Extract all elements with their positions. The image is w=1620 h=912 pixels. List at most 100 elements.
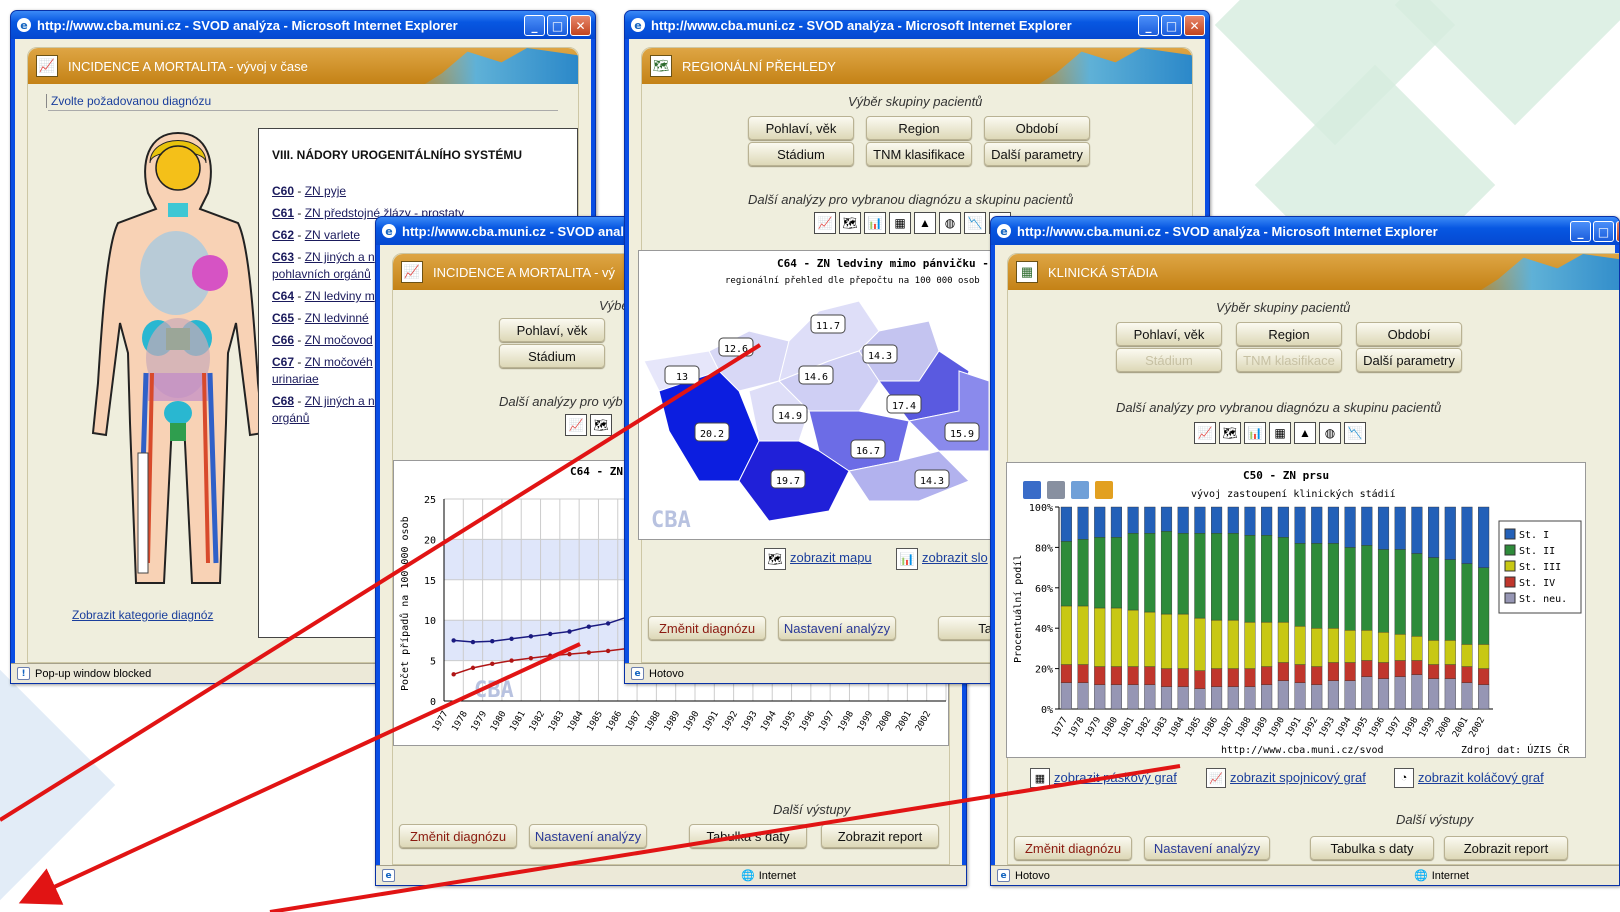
- show-bar-chart-link[interactable]: zobrazit páskový graf: [1054, 770, 1177, 785]
- minimize-button[interactable]: _: [524, 15, 545, 36]
- x-tick-label: 1992: [1301, 716, 1321, 740]
- change-diagnosis-button[interactable]: Změnit diagnózu: [1014, 836, 1132, 860]
- title-bar[interactable]: e http://www.cba.muni.cz - SVOD analýza -…: [991, 217, 1619, 245]
- diagnosis-code[interactable]: C66: [272, 333, 294, 347]
- sex-age-button[interactable]: Pohlaví, věk: [1116, 322, 1222, 346]
- show-bars-link[interactable]: zobrazit slo: [922, 550, 988, 565]
- tnm-button[interactable]: TNM klasifikace: [1236, 348, 1342, 372]
- x-tick-label: 1994: [1334, 716, 1354, 740]
- trend-chart-icon[interactable]: 📈: [814, 212, 836, 234]
- show-report-button[interactable]: Zobrazit report: [1444, 836, 1568, 860]
- stage-chart-icon: ▦: [1016, 261, 1038, 283]
- x-tick-label: 1981: [508, 710, 528, 734]
- close-button[interactable]: ✕: [570, 15, 591, 36]
- minimize-button[interactable]: _: [1570, 221, 1591, 242]
- diagnosis-name[interactable]: ZN močovod: [305, 333, 373, 347]
- show-pie-chart-link[interactable]: zobrazit koláčový graf: [1418, 770, 1544, 785]
- globe-icon[interactable]: ◍: [939, 212, 961, 234]
- show-map-link[interactable]: zobrazit mapu: [790, 550, 872, 565]
- minimize-button[interactable]: _: [1138, 15, 1159, 36]
- age-chart-icon[interactable]: 📉: [1344, 422, 1366, 444]
- x-tick-label: 2002: [914, 710, 934, 734]
- bar-segment: [1194, 688, 1206, 710]
- analysis-settings-button[interactable]: Nastavení analýzy: [529, 824, 647, 848]
- diagnosis-code[interactable]: C60: [272, 184, 294, 198]
- diagnosis-code[interactable]: C65: [272, 311, 294, 325]
- x-tick-label: 1994: [759, 710, 779, 734]
- change-diagnosis-button[interactable]: Změnit diagnózu: [648, 616, 766, 640]
- sex-age-button[interactable]: Pohlaví, věk: [748, 116, 854, 140]
- diagnosis-name[interactable]: ZN jiných a n: [305, 394, 375, 408]
- chart-title: C50 - ZN prsu: [1243, 469, 1329, 482]
- survival-icon[interactable]: ▲: [1294, 422, 1316, 444]
- close-button[interactable]: ✕: [1616, 221, 1619, 242]
- diagnosis-name[interactable]: ZN močovéh: [305, 355, 373, 369]
- region-button[interactable]: Region: [866, 116, 972, 140]
- stacked-bar-icon: ▦: [1030, 768, 1050, 788]
- region-button[interactable]: Region: [1236, 322, 1342, 346]
- title-bar[interactable]: e http://www.cba.muni.cz - SVOD analýza -…: [625, 11, 1209, 39]
- bar-segment: [1461, 682, 1473, 710]
- bar-segment: [1377, 549, 1390, 633]
- region-value-label: 12.6: [724, 344, 748, 355]
- data-point: [605, 648, 611, 654]
- sex-age-button[interactable]: Pohlaví, věk: [499, 318, 605, 342]
- period-button[interactable]: Období: [1356, 322, 1462, 346]
- bar-chart-icon[interactable]: 📊: [864, 212, 886, 234]
- diagnosis-code[interactable]: C61: [272, 206, 294, 220]
- diagnosis-item-c60[interactable]: C60 - ZN pyje: [272, 183, 464, 200]
- show-categories-link[interactable]: Zobrazit kategorie diagnóz: [72, 608, 213, 622]
- stage-chart-icon[interactable]: ▦: [889, 212, 911, 234]
- diagnosis-code[interactable]: C64: [272, 289, 294, 303]
- maximize-button[interactable]: □: [547, 15, 568, 36]
- maximize-button[interactable]: □: [1593, 221, 1614, 242]
- bar-chart-icon[interactable]: 📊: [1244, 422, 1266, 444]
- period-button[interactable]: Období: [984, 116, 1090, 140]
- data-table-button[interactable]: Tabulka s daty: [689, 824, 807, 848]
- diagnosis-name-cont[interactable]: urinariae: [272, 372, 319, 386]
- diagnosis-name-cont[interactable]: pohlavních orgánů: [272, 267, 371, 281]
- maximize-button[interactable]: □: [1161, 15, 1182, 36]
- other-params-button[interactable]: Další parametry: [984, 142, 1090, 166]
- stage-button[interactable]: Stádium: [1116, 348, 1222, 372]
- panel-header: 📈 INCIDENCE A MORTALITA - vývoj v čase: [28, 48, 578, 84]
- bar-segment: [1411, 506, 1423, 554]
- diagnosis-name[interactable]: ZN jiných a n: [305, 250, 375, 264]
- change-diagnosis-button[interactable]: Změnit diagnózu: [399, 824, 517, 848]
- show-line-chart-link[interactable]: zobrazit spojnicový graf: [1230, 770, 1366, 785]
- analysis-settings-button[interactable]: Nastavení analýzy: [778, 616, 896, 640]
- data-point: [547, 631, 553, 637]
- stage-button[interactable]: Stádium: [748, 142, 854, 166]
- bar-segment: [1394, 676, 1406, 710]
- diagnosis-code[interactable]: C63: [272, 250, 294, 264]
- trend-chart-icon[interactable]: 📈: [565, 414, 587, 436]
- diagnosis-name[interactable]: ZN pyje: [305, 184, 346, 198]
- diagnosis-name[interactable]: ZN ledviny m: [305, 289, 375, 303]
- bar-segment: [1277, 506, 1289, 538]
- close-button[interactable]: ✕: [1184, 15, 1205, 36]
- regional-map-icon[interactable]: 🗺: [1219, 422, 1241, 444]
- diagnosis-code[interactable]: C67: [272, 355, 294, 369]
- globe-icon[interactable]: ◍: [1319, 422, 1341, 444]
- analysis-settings-button[interactable]: Nastavení analýzy: [1144, 836, 1270, 860]
- stage-button[interactable]: Stádium: [499, 344, 605, 368]
- diagnosis-code[interactable]: C68: [272, 394, 294, 408]
- diagnosis-name[interactable]: ZN ledvinné: [305, 311, 369, 325]
- diagnosis-code[interactable]: C62: [272, 228, 294, 242]
- regional-map-icon[interactable]: 🗺: [839, 212, 861, 234]
- trend-chart-icon[interactable]: 📈: [1194, 422, 1216, 444]
- show-report-button[interactable]: Zobrazit report: [821, 824, 939, 848]
- regional-map-icon[interactable]: 🗺: [590, 414, 612, 436]
- diagnosis-name[interactable]: ZN varlete: [305, 228, 360, 242]
- age-chart-icon[interactable]: 📉: [964, 212, 986, 234]
- survival-icon[interactable]: ▲: [914, 212, 936, 234]
- title-bar[interactable]: e http://www.cba.muni.cz - SVOD analýza -…: [11, 11, 595, 39]
- diagnosis-name-cont[interactable]: orgánů: [272, 411, 309, 425]
- zone-text: Internet: [1431, 869, 1469, 882]
- other-params-button[interactable]: Další parametry: [1356, 348, 1462, 372]
- body-figure[interactable]: [88, 123, 268, 593]
- tnm-button[interactable]: TNM klasifikace: [866, 142, 972, 166]
- data-table-button[interactable]: Tabulka s daty: [1310, 836, 1434, 860]
- window-clinical-stages: e http://www.cba.muni.cz - SVOD analýza -…: [990, 216, 1620, 886]
- stage-chart-icon[interactable]: ▦: [1269, 422, 1291, 444]
